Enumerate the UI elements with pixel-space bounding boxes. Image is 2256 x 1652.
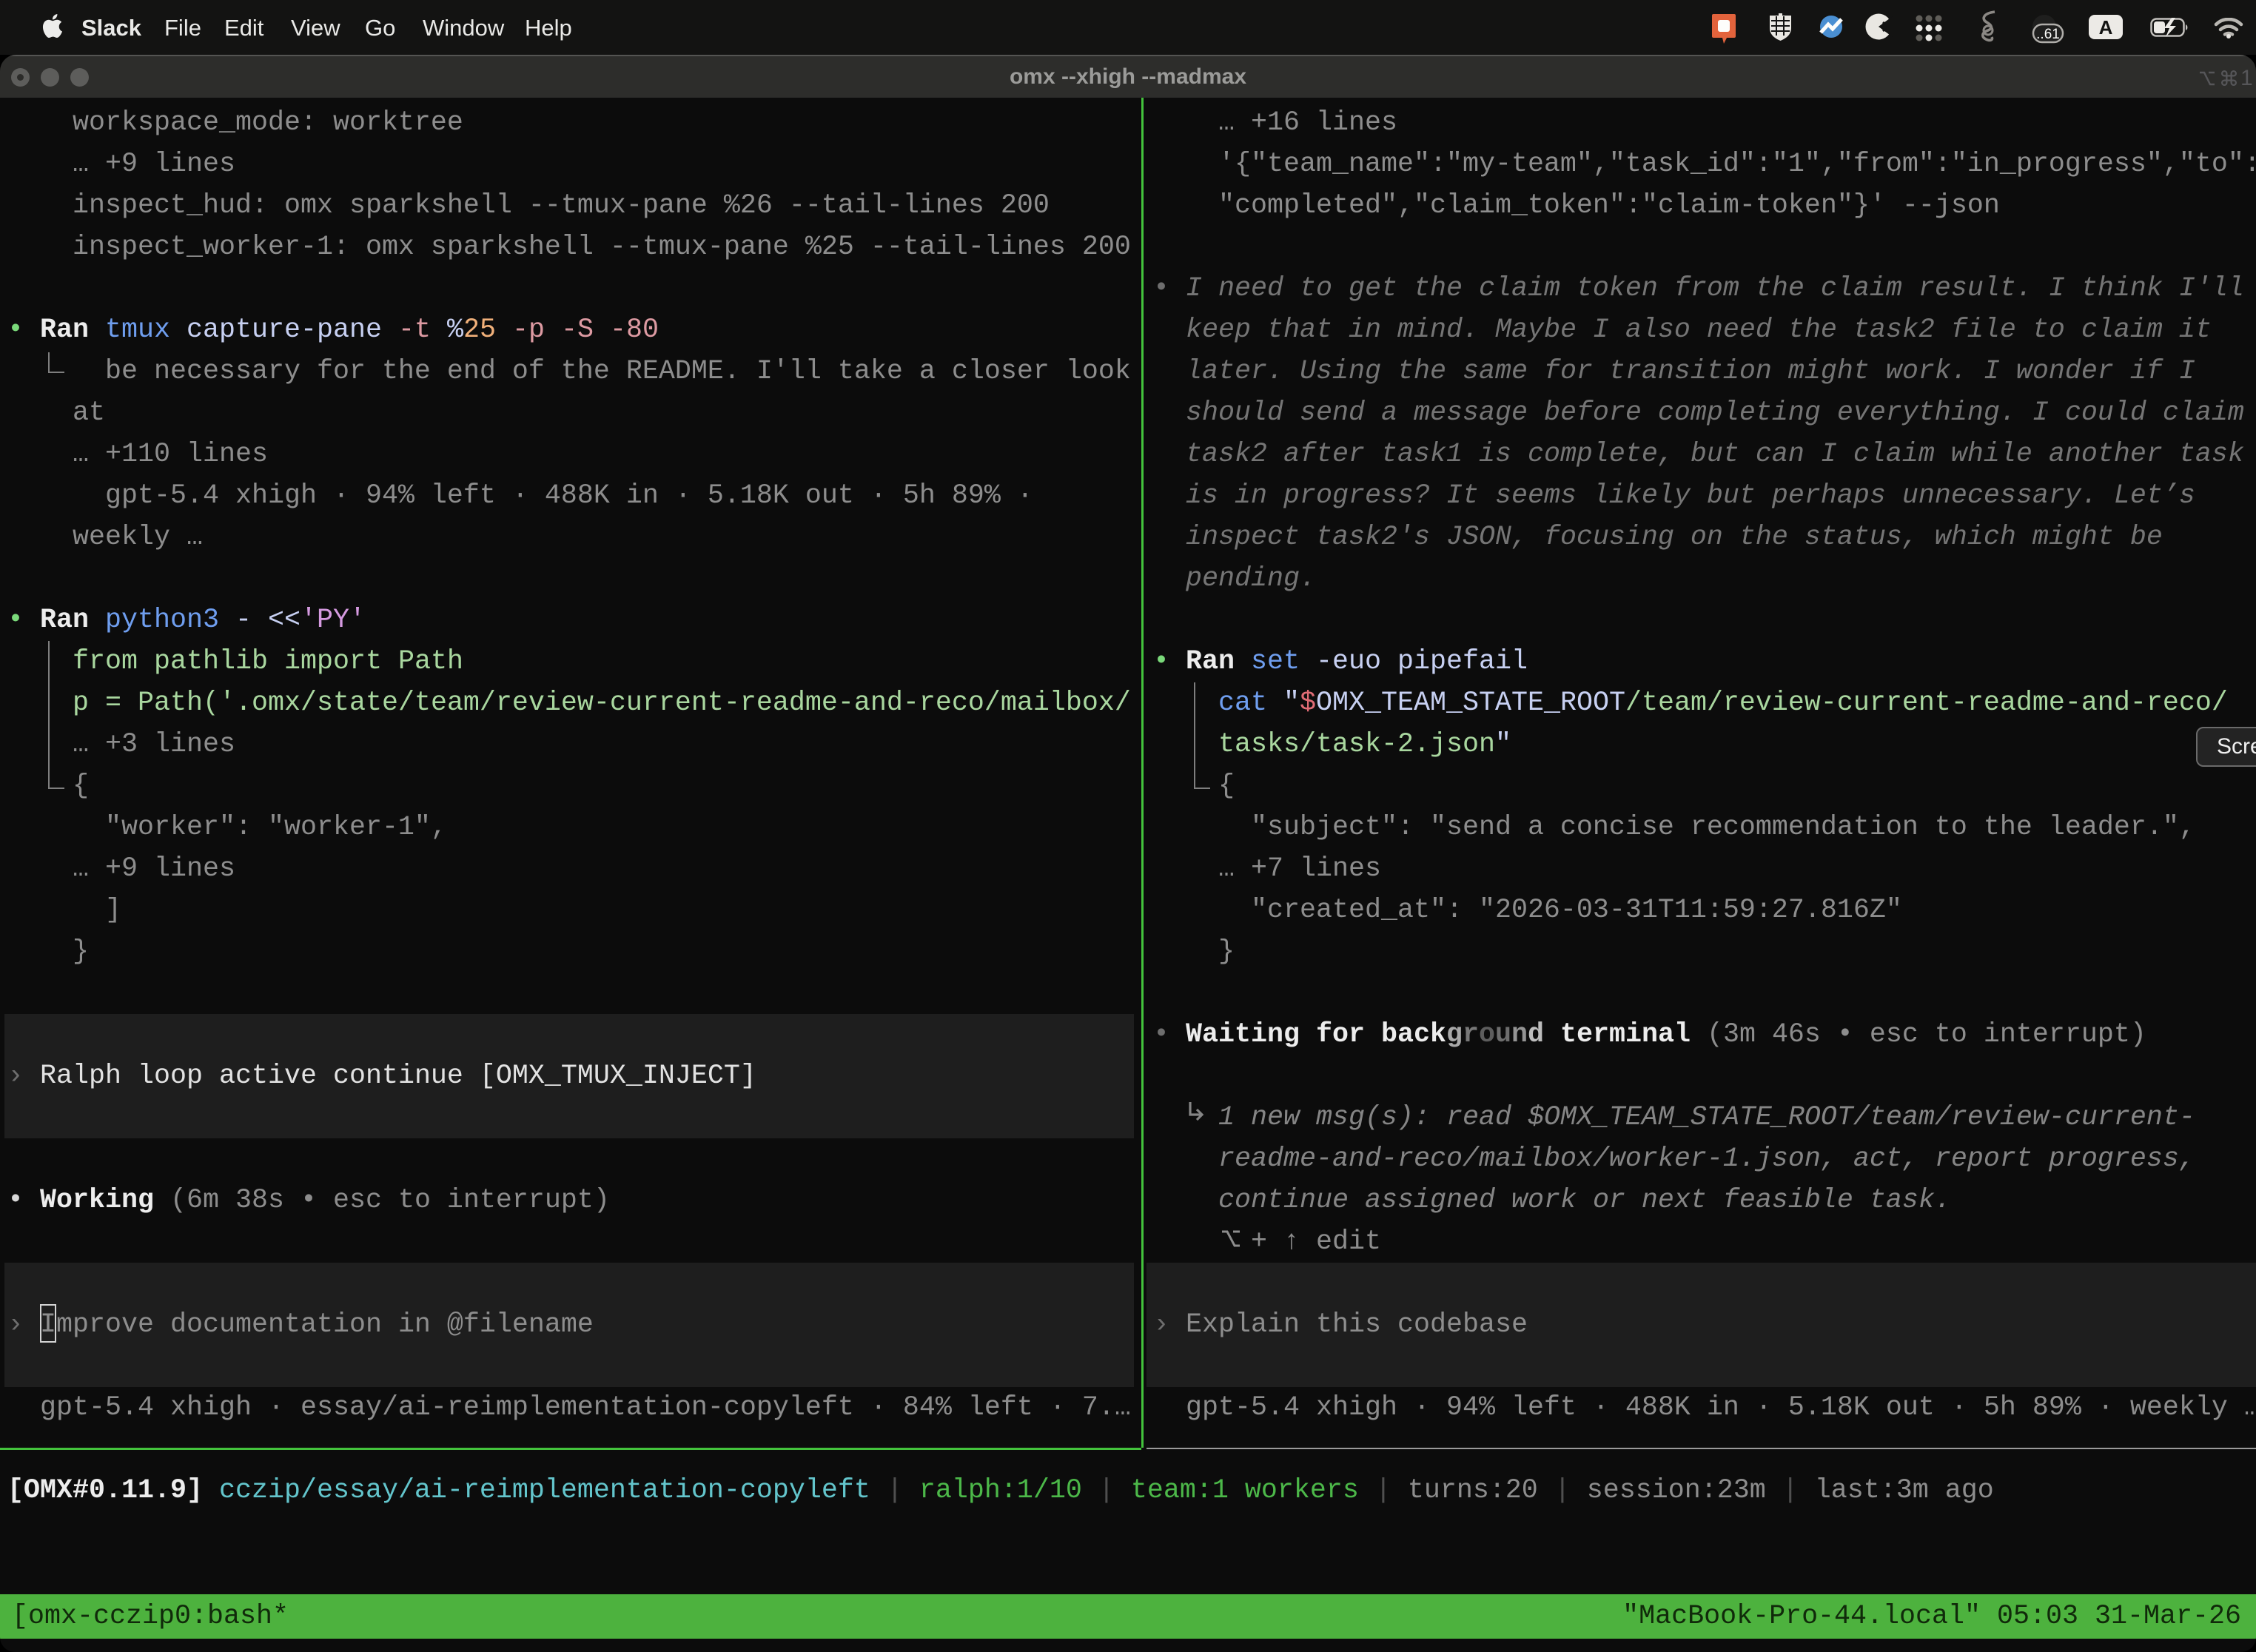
svg-text:..61: ..61 <box>2036 27 2060 42</box>
svg-text:A: A <box>2099 16 2113 38</box>
